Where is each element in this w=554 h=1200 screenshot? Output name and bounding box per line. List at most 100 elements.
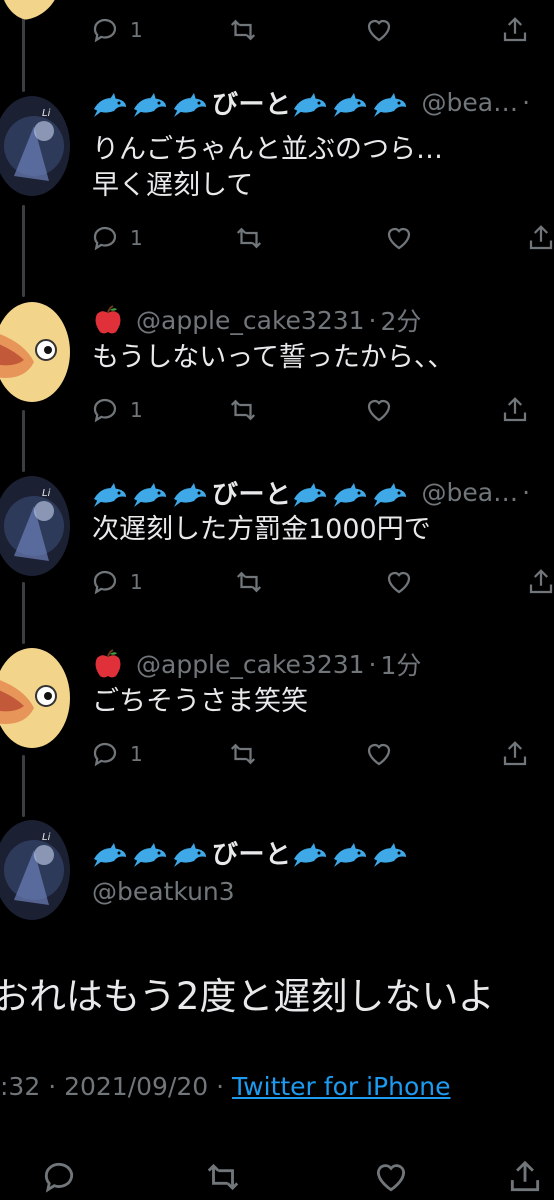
- svg-text:Li: Li: [42, 108, 51, 119]
- reply-count: 1: [130, 226, 143, 250]
- handle[interactable]: @apple_cake3231: [136, 650, 365, 679]
- display-name[interactable]: びーと: [92, 84, 412, 121]
- handle[interactable]: @bea…: [422, 478, 519, 507]
- tweet-text: りんごちゃんと並ぶのつら… 早く遅刻して: [92, 132, 443, 204]
- dolphin-emoji-icon: [94, 93, 126, 117]
- dolphin-emoji-icon: [134, 843, 166, 867]
- svg-text:Li: Li: [42, 488, 51, 499]
- display-name[interactable]: びーと: [92, 834, 412, 871]
- share-button[interactable]: [526, 218, 554, 258]
- share-button[interactable]: [500, 10, 530, 50]
- display-name-text: びーと: [212, 479, 292, 510]
- tweet-header: びーと @bea… ·: [92, 82, 554, 122]
- like-button[interactable]: [364, 390, 394, 430]
- avatar[interactable]: [0, 648, 70, 748]
- display-name-text: びーと: [212, 839, 292, 870]
- retweet-button[interactable]: [234, 218, 264, 258]
- tweet-header: びーと @bea… ·: [92, 472, 554, 512]
- dolphin-emoji-icon: [373, 483, 406, 507]
- dolphin-emoji-icon: [94, 483, 126, 507]
- separator: ·: [216, 1072, 225, 1101]
- share-icon: [529, 225, 553, 250]
- tweet-actions: 1: [90, 390, 554, 430]
- thread-line: [22, 205, 25, 297]
- timestamp[interactable]: 1分: [381, 646, 422, 682]
- dolphin-emoji-icon: [373, 93, 406, 117]
- tweet-actions: 1: [90, 218, 554, 258]
- reply-icon: [93, 18, 117, 43]
- share-button[interactable]: [526, 562, 554, 602]
- dolphin-emoji-icon: [293, 93, 326, 117]
- reply-button[interactable]: 1: [90, 390, 143, 430]
- share-button[interactable]: [500, 390, 530, 430]
- like-icon: [367, 743, 391, 766]
- like-button[interactable]: [364, 734, 394, 774]
- separator: ·: [48, 1072, 57, 1101]
- avatar[interactable]: [0, 302, 70, 402]
- reply-icon: [93, 742, 117, 767]
- separator: ·: [368, 305, 377, 335]
- apple-emoji-icon: [95, 649, 121, 678]
- reply-button[interactable]: 1: [90, 218, 143, 258]
- avatar[interactable]: Li: [0, 820, 70, 920]
- separator: ·: [368, 649, 377, 679]
- retweet-icon: [236, 227, 262, 249]
- dolphin-emoji-icon: [333, 843, 366, 867]
- share-button[interactable]: [500, 734, 530, 774]
- dolphin-emoji-icon: [94, 843, 126, 867]
- tweet-header: @apple_cake3231 · 2分: [92, 300, 554, 340]
- like-icon: [367, 399, 391, 422]
- reply-button[interactable]: 1: [90, 562, 143, 602]
- tweet-actions: 1: [90, 562, 554, 602]
- display-name-text: びーと: [212, 89, 292, 120]
- like-button[interactable]: [384, 562, 414, 602]
- display-name[interactable]: びーと: [92, 474, 412, 511]
- retweet-icon: [236, 571, 262, 593]
- timestamp[interactable]: 2分: [381, 302, 422, 338]
- retweet-button[interactable]: [228, 390, 258, 430]
- tweet-time[interactable]: :32: [0, 1072, 40, 1101]
- share-icon[interactable]: [506, 1158, 544, 1196]
- tweet-text-line: りんごちゃんと並ぶのつら…: [92, 134, 443, 165]
- dolphin-emoji-icon: [333, 483, 366, 507]
- reply-button[interactable]: 1: [90, 734, 143, 774]
- dolphin-emoji-icon: [134, 483, 166, 507]
- share-icon: [529, 569, 553, 594]
- tweet-date[interactable]: 2021/09/20: [64, 1072, 208, 1101]
- tweet-text-line: もうしないって誓ったから、、: [92, 342, 455, 373]
- retweet-button[interactable]: [228, 734, 258, 774]
- thread-line: [22, 410, 25, 472]
- apple-emoji-icon: [95, 305, 121, 334]
- avatar[interactable]: Li: [0, 476, 70, 576]
- retweet-icon[interactable]: [204, 1158, 242, 1196]
- retweet-button[interactable]: [234, 562, 264, 602]
- like-button[interactable]: [364, 10, 394, 50]
- tweet-text: ごちそうさま笑笑: [92, 684, 308, 720]
- dolphin-emoji-icon: [373, 843, 406, 867]
- tweet-source-link[interactable]: Twitter for iPhone: [232, 1072, 450, 1101]
- dolphin-emoji-icon: [333, 93, 366, 117]
- handle[interactable]: @bea…: [422, 88, 519, 117]
- avatar[interactable]: Li: [0, 96, 70, 196]
- separator: ·: [522, 87, 531, 117]
- dolphin-emoji-icon: [293, 483, 326, 507]
- reply-count: 1: [130, 570, 143, 594]
- dolphin-emoji-icon: [293, 843, 326, 867]
- main-tweet-meta: :32 · 2021/09/20 · Twitter for iPhone: [0, 1072, 451, 1101]
- avatar[interactable]: [0, 0, 60, 20]
- retweet-button[interactable]: [228, 10, 258, 50]
- like-button[interactable]: [384, 218, 414, 258]
- share-icon: [503, 741, 527, 766]
- like-icon[interactable]: [372, 1158, 410, 1196]
- reply-button[interactable]: 1: [90, 10, 143, 50]
- dolphin-emoji-icon: [174, 93, 206, 117]
- tweet-actions: 1: [90, 734, 554, 774]
- handle[interactable]: @apple_cake3231: [136, 306, 365, 335]
- main-tweet-handle[interactable]: @beatkun3: [92, 874, 235, 910]
- reply-count: 1: [130, 398, 143, 422]
- svg-text:Li: Li: [42, 832, 51, 843]
- reply-icon: [93, 570, 117, 595]
- main-tweet-text: おれはもう2度と遅刻しないよ: [0, 975, 495, 1018]
- tweet-header: @apple_cake3231 · 1分: [92, 644, 554, 684]
- reply-icon[interactable]: [40, 1158, 78, 1196]
